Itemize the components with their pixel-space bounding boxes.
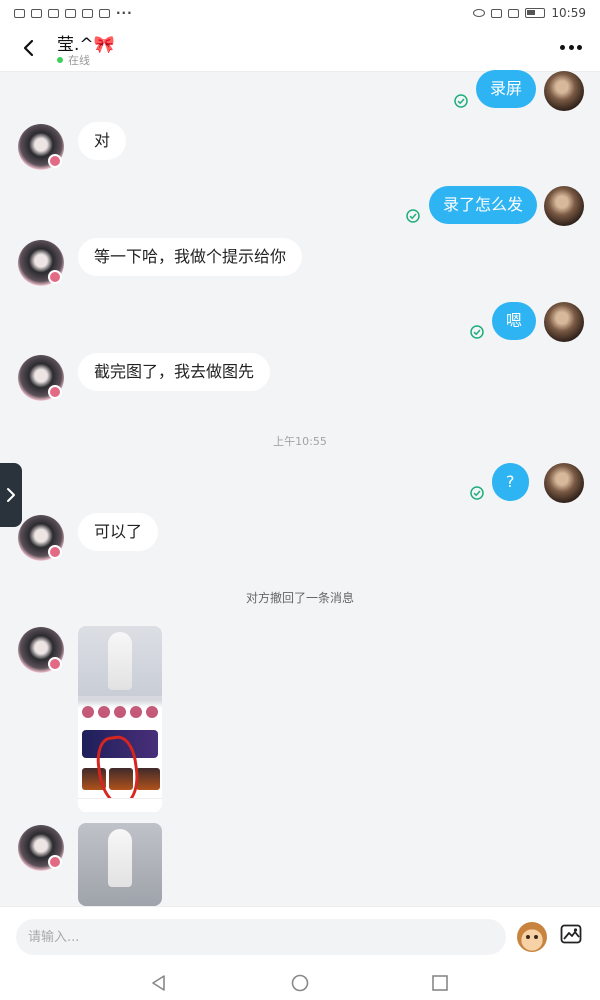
message-bubble-outgoing[interactable]: ? [492, 463, 529, 501]
contact-avatar[interactable] [18, 240, 64, 286]
contact-avatar[interactable] [18, 124, 64, 170]
nav-recents-icon[interactable] [431, 974, 449, 992]
image-message[interactable] [78, 823, 162, 906]
image-avatars-row [82, 706, 158, 718]
my-avatar[interactable] [544, 186, 584, 226]
bluetooth-icon [491, 8, 503, 18]
contact-avatar[interactable] [18, 515, 64, 561]
my-avatar[interactable] [544, 71, 584, 111]
emoji-icon[interactable] [517, 922, 547, 952]
message-bubble-outgoing[interactable]: 录屏 [476, 70, 537, 108]
read-check-icon [470, 325, 484, 339]
notification-icon [31, 8, 42, 18]
book-icon [65, 8, 76, 18]
my-avatar[interactable] [544, 302, 584, 342]
contact-avatar[interactable] [18, 627, 64, 673]
side-expand-tab[interactable] [0, 463, 22, 527]
app-icon [48, 8, 59, 18]
more-options-icon[interactable] [560, 42, 582, 52]
message-bubble-outgoing[interactable]: 录了怎么发 [429, 186, 538, 224]
chat-header: 莹.^🎀 在线 [0, 26, 600, 72]
time-separator: 上午10:55 [273, 435, 327, 448]
online-dot-icon [57, 57, 63, 63]
message-bubble-incoming[interactable]: 可以了 [78, 513, 159, 551]
read-check-icon [454, 94, 468, 108]
image-figure [108, 829, 132, 887]
status-icons-left: ··· [14, 6, 133, 20]
vibrate-icon [508, 8, 520, 18]
image-icon[interactable] [560, 923, 582, 945]
nav-back-icon[interactable] [150, 974, 168, 992]
my-avatar[interactable] [544, 463, 584, 503]
back-arrow-icon[interactable] [18, 37, 40, 59]
image-figure [108, 632, 132, 690]
message-input[interactable] [16, 919, 506, 955]
message-bubble-incoming[interactable]: 截完图了，我去做图先 [78, 353, 271, 391]
recalled-message-notice: 对方撤回了一条消息 [245, 591, 354, 605]
eye-icon [473, 9, 486, 17]
read-check-icon [406, 209, 420, 223]
message-input-bar [0, 906, 600, 966]
nav-home-icon[interactable] [291, 974, 309, 992]
contact-avatar[interactable] [18, 825, 64, 871]
system-nav-bar [0, 966, 600, 1000]
battery-icon [525, 8, 546, 18]
message-bubble-incoming[interactable]: 对 [78, 122, 127, 160]
image-message[interactable] [78, 626, 162, 812]
contact-avatar[interactable] [18, 355, 64, 401]
presence-status: 在线 [57, 52, 90, 68]
message-bubble-outgoing[interactable]: 嗯 [492, 302, 537, 340]
home-notification-icon [82, 8, 93, 18]
status-time: 10:59 [551, 6, 586, 20]
wifi-icon [14, 8, 25, 18]
message-bubble-incoming[interactable]: 等一下哈，我做个提示给你 [78, 238, 303, 276]
more-notifications-indicator: ··· [116, 6, 133, 20]
presence-label: 在线 [68, 54, 90, 67]
image-tabbar [78, 798, 162, 812]
chevron-right-icon [7, 488, 15, 502]
read-check-icon [470, 486, 484, 500]
bird-icon [99, 8, 110, 18]
status-icons-right: 10:59 [473, 6, 586, 20]
status-bar: ··· 10:59 [0, 0, 600, 26]
